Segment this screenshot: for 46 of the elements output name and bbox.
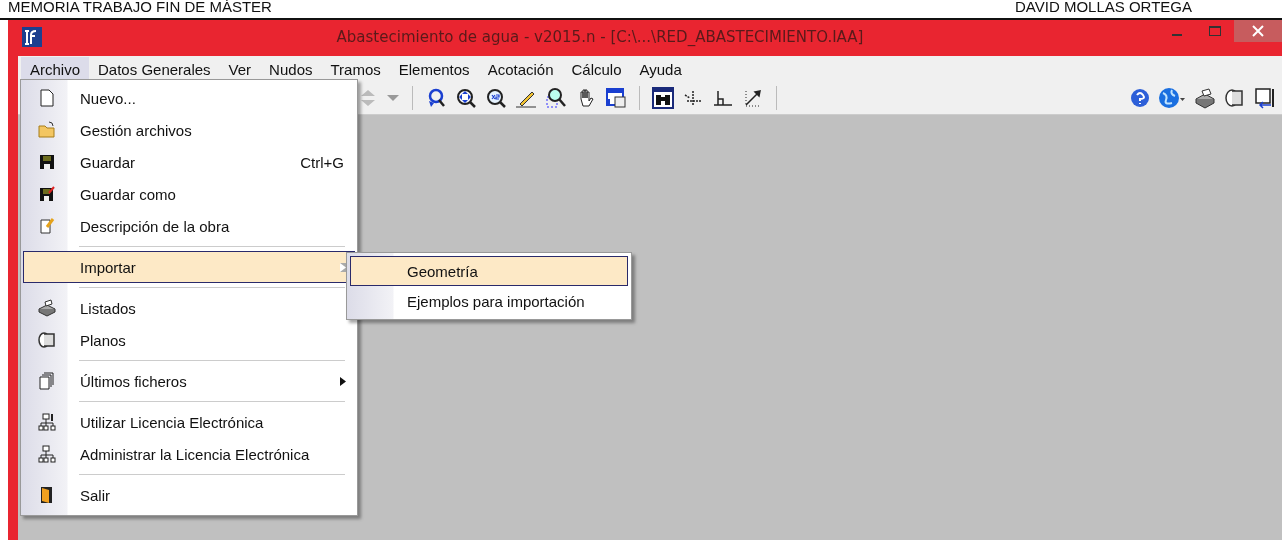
menu-bar-item[interactable]: Datos Generales xyxy=(89,56,220,82)
menu-item[interactable]: Utilizar Licencia Electrónica xyxy=(23,406,355,438)
menu-item[interactable]: Guardar como xyxy=(23,178,355,210)
menu-item[interactable]: Guardar Ctrl+G xyxy=(23,146,355,178)
menu-bar-item[interactable]: Archivo xyxy=(21,56,90,82)
document-pencil-icon xyxy=(38,217,56,235)
menu-item[interactable]: Importar xyxy=(23,251,355,283)
menu-bar-item[interactable]: Tramos xyxy=(321,56,390,82)
minimize-icon xyxy=(1172,34,1182,36)
new-document-icon xyxy=(38,89,56,107)
globe-icon[interactable] xyxy=(1158,87,1186,109)
menu-item[interactable]: Nuevo... xyxy=(23,82,355,114)
printer-icon[interactable] xyxy=(1194,87,1216,109)
exit-icon[interactable] xyxy=(1254,87,1276,109)
menu-item[interactable]: Geometría xyxy=(350,256,628,286)
diagonal-arrow-icon[interactable] xyxy=(742,87,764,109)
menu-item[interactable]: Administrar la Licencia Electrónica xyxy=(23,438,355,470)
menu-item[interactable]: Planos xyxy=(23,324,355,356)
window-title: Abastecimiento de agua - v2015.n - [C:\...\RED_ABASTECIMIENTO.IAA] xyxy=(335,28,865,46)
network-icon xyxy=(38,445,56,463)
menu-item[interactable]: Últimos ficheros xyxy=(23,365,355,397)
folder-icon xyxy=(38,121,56,139)
maximize-icon xyxy=(1209,26,1221,36)
floppy-disk-pencil-icon xyxy=(38,185,56,203)
redraw-window-icon[interactable] xyxy=(605,87,627,109)
close-icon xyxy=(1252,25,1264,37)
zoom-x2-icon[interactable] xyxy=(485,87,507,109)
network-key-icon xyxy=(38,413,56,431)
stacked-pages-icon xyxy=(38,372,56,390)
app-logo-icon xyxy=(22,27,42,47)
menu-bar-item[interactable]: Ver xyxy=(219,56,261,82)
menu-item[interactable]: Gestión archivos xyxy=(23,114,355,146)
menu-bar-item[interactable]: Ayuda xyxy=(630,56,691,82)
menu-item[interactable]: Ejemplos para importación xyxy=(350,286,628,316)
menu-item[interactable]: Descripción de la obra xyxy=(23,210,355,242)
menu-bar-item[interactable]: Nudos xyxy=(260,56,322,82)
close-button[interactable] xyxy=(1234,20,1282,42)
menu-bar-item[interactable]: Cálculo xyxy=(562,56,631,82)
zoom-window-icon[interactable] xyxy=(545,87,567,109)
printer-icon xyxy=(38,299,56,317)
help-icon[interactable] xyxy=(1130,88,1150,108)
menu-item[interactable]: Salir xyxy=(23,479,355,511)
zoom-extents-icon[interactable] xyxy=(455,87,477,109)
document-header-author: DAVID MOLLAS ORTEGA xyxy=(1015,0,1192,17)
menu-bar-item[interactable]: Acotación xyxy=(478,56,563,82)
menu-bar-item[interactable]: Elementos xyxy=(389,56,479,82)
